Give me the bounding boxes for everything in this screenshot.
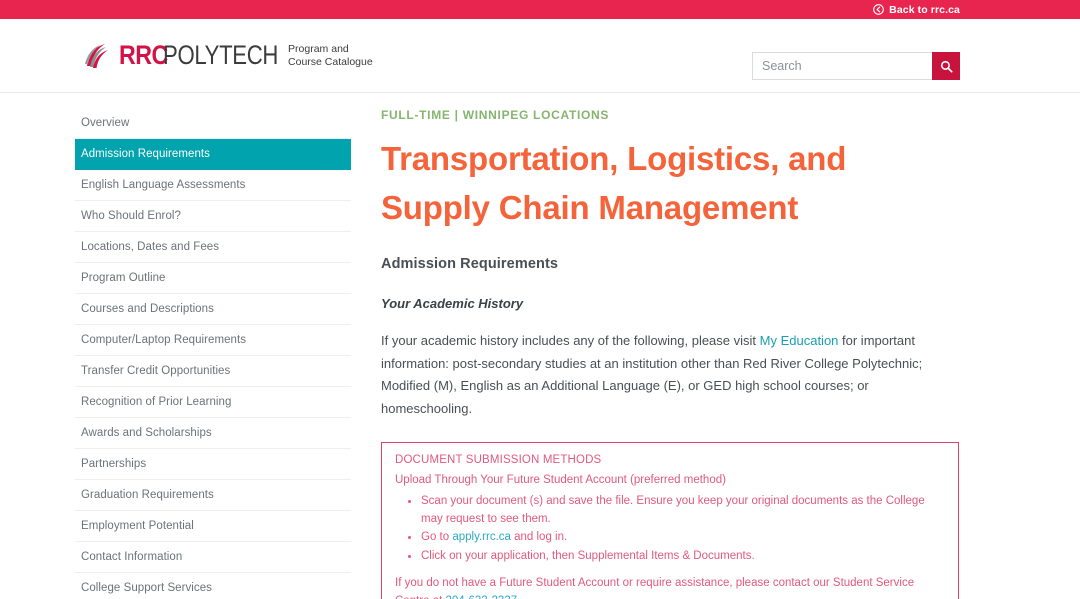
site-header: RRC POLYTECH Program and Course Catalogu… — [0, 19, 1080, 93]
doc-bullet-go-to-apply: Go to apply.rrc.ca and log in. — [395, 529, 945, 547]
program-sidebar-nav: Overview Admission Requirements English … — [75, 108, 351, 599]
phone-number-link[interactable]: 204-632-2327 — [446, 595, 518, 599]
sidebar-item-partnerships[interactable]: Partnerships — [75, 449, 351, 480]
section-title: Admission Requirements — [381, 256, 559, 272]
sidebar-item-graduation-requirements[interactable]: Graduation Requirements — [75, 480, 351, 511]
sidebar-item-english-language-assessments[interactable]: English Language Assessments — [75, 170, 351, 201]
doc-box-subheading: Upload Through Your Future Student Accou… — [395, 474, 726, 486]
magnifier-icon — [940, 60, 953, 73]
sidebar-item-employment-potential[interactable]: Employment Potential — [75, 511, 351, 542]
search-input[interactable] — [752, 52, 932, 80]
sidebar-item-contact-information[interactable]: Contact Information — [75, 542, 351, 573]
rrc-flame-icon — [84, 42, 110, 70]
doc-box-assistance-note: If you do not have a Future Student Acco… — [395, 575, 945, 599]
brand-logo[interactable]: RRC POLYTECH Program and Course Catalogu… — [84, 42, 373, 70]
sidebar-item-college-support-services[interactable]: College Support Services — [75, 573, 351, 599]
sub-section-title: Your Academic History — [381, 296, 524, 311]
program-eyebrow: FULL-TIME | WINNIPEG LOCATIONS — [381, 108, 610, 122]
sidebar-item-who-should-enrol[interactable]: Who Should Enrol? — [75, 201, 351, 232]
back-arrow-circle-icon — [873, 4, 885, 15]
document-submission-box: DOCUMENT SUBMISSION METHODS Upload Throu… — [381, 442, 959, 599]
sidebar-item-overview[interactable]: Overview — [75, 108, 351, 139]
sidebar-item-program-outline[interactable]: Program Outline — [75, 263, 351, 294]
page-body: Overview Admission Requirements English … — [0, 93, 1080, 599]
main-content: FULL-TIME | WINNIPEG LOCATIONS Transport… — [381, 108, 959, 599]
back-to-rrc-label: Back to rrc.ca — [889, 3, 960, 16]
brand-rrc-text: RRC — [119, 40, 168, 70]
brand-subtitle: Program and Course Catalogue — [288, 42, 373, 68]
sidebar-item-computer-laptop-requirements[interactable]: Computer/Laptop Requirements — [75, 325, 351, 356]
search-box — [752, 52, 960, 80]
doc-bullet-scan-document: Scan your document (s) and save the file… — [395, 493, 945, 528]
back-to-rrc-link[interactable]: Back to rrc.ca — [873, 4, 960, 16]
academic-history-paragraph: If your academic history includes any of… — [381, 330, 959, 420]
paragraph-text-part-1: If your academic history includes any of… — [381, 333, 760, 348]
apply-rrc-ca-link[interactable]: apply.rrc.ca — [452, 531, 511, 543]
brand-polytech-text: POLYTECH — [162, 40, 278, 70]
doc-box-heading: DOCUMENT SUBMISSION METHODS — [395, 454, 602, 466]
bullet-text-pre: Go to — [421, 531, 453, 543]
search-button[interactable] — [932, 52, 960, 80]
doc-box-bullet-list: Scan your document (s) and save the file… — [395, 493, 945, 565]
my-education-link[interactable]: My Education — [760, 333, 839, 348]
sidebar-item-admission-requirements[interactable]: Admission Requirements — [75, 139, 351, 170]
assistance-note-post: . — [517, 595, 520, 599]
sidebar-item-recognition-prior-learning[interactable]: Recognition of Prior Learning — [75, 387, 351, 418]
top-utility-bar: Back to rrc.ca — [0, 0, 1080, 19]
sidebar-item-awards-scholarships[interactable]: Awards and Scholarships — [75, 418, 351, 449]
doc-bullet-click-application: Click on your application, then Suppleme… — [395, 548, 945, 566]
sidebar-item-transfer-credit-opportunities[interactable]: Transfer Credit Opportunities — [75, 356, 351, 387]
sidebar-item-locations-dates-fees[interactable]: Locations, Dates and Fees — [75, 232, 351, 263]
sidebar-item-courses-descriptions[interactable]: Courses and Descriptions — [75, 294, 351, 325]
bullet-text-post: and log in. — [510, 531, 568, 543]
page-title: Transportation, Logistics, and Supply Ch… — [381, 140, 847, 226]
